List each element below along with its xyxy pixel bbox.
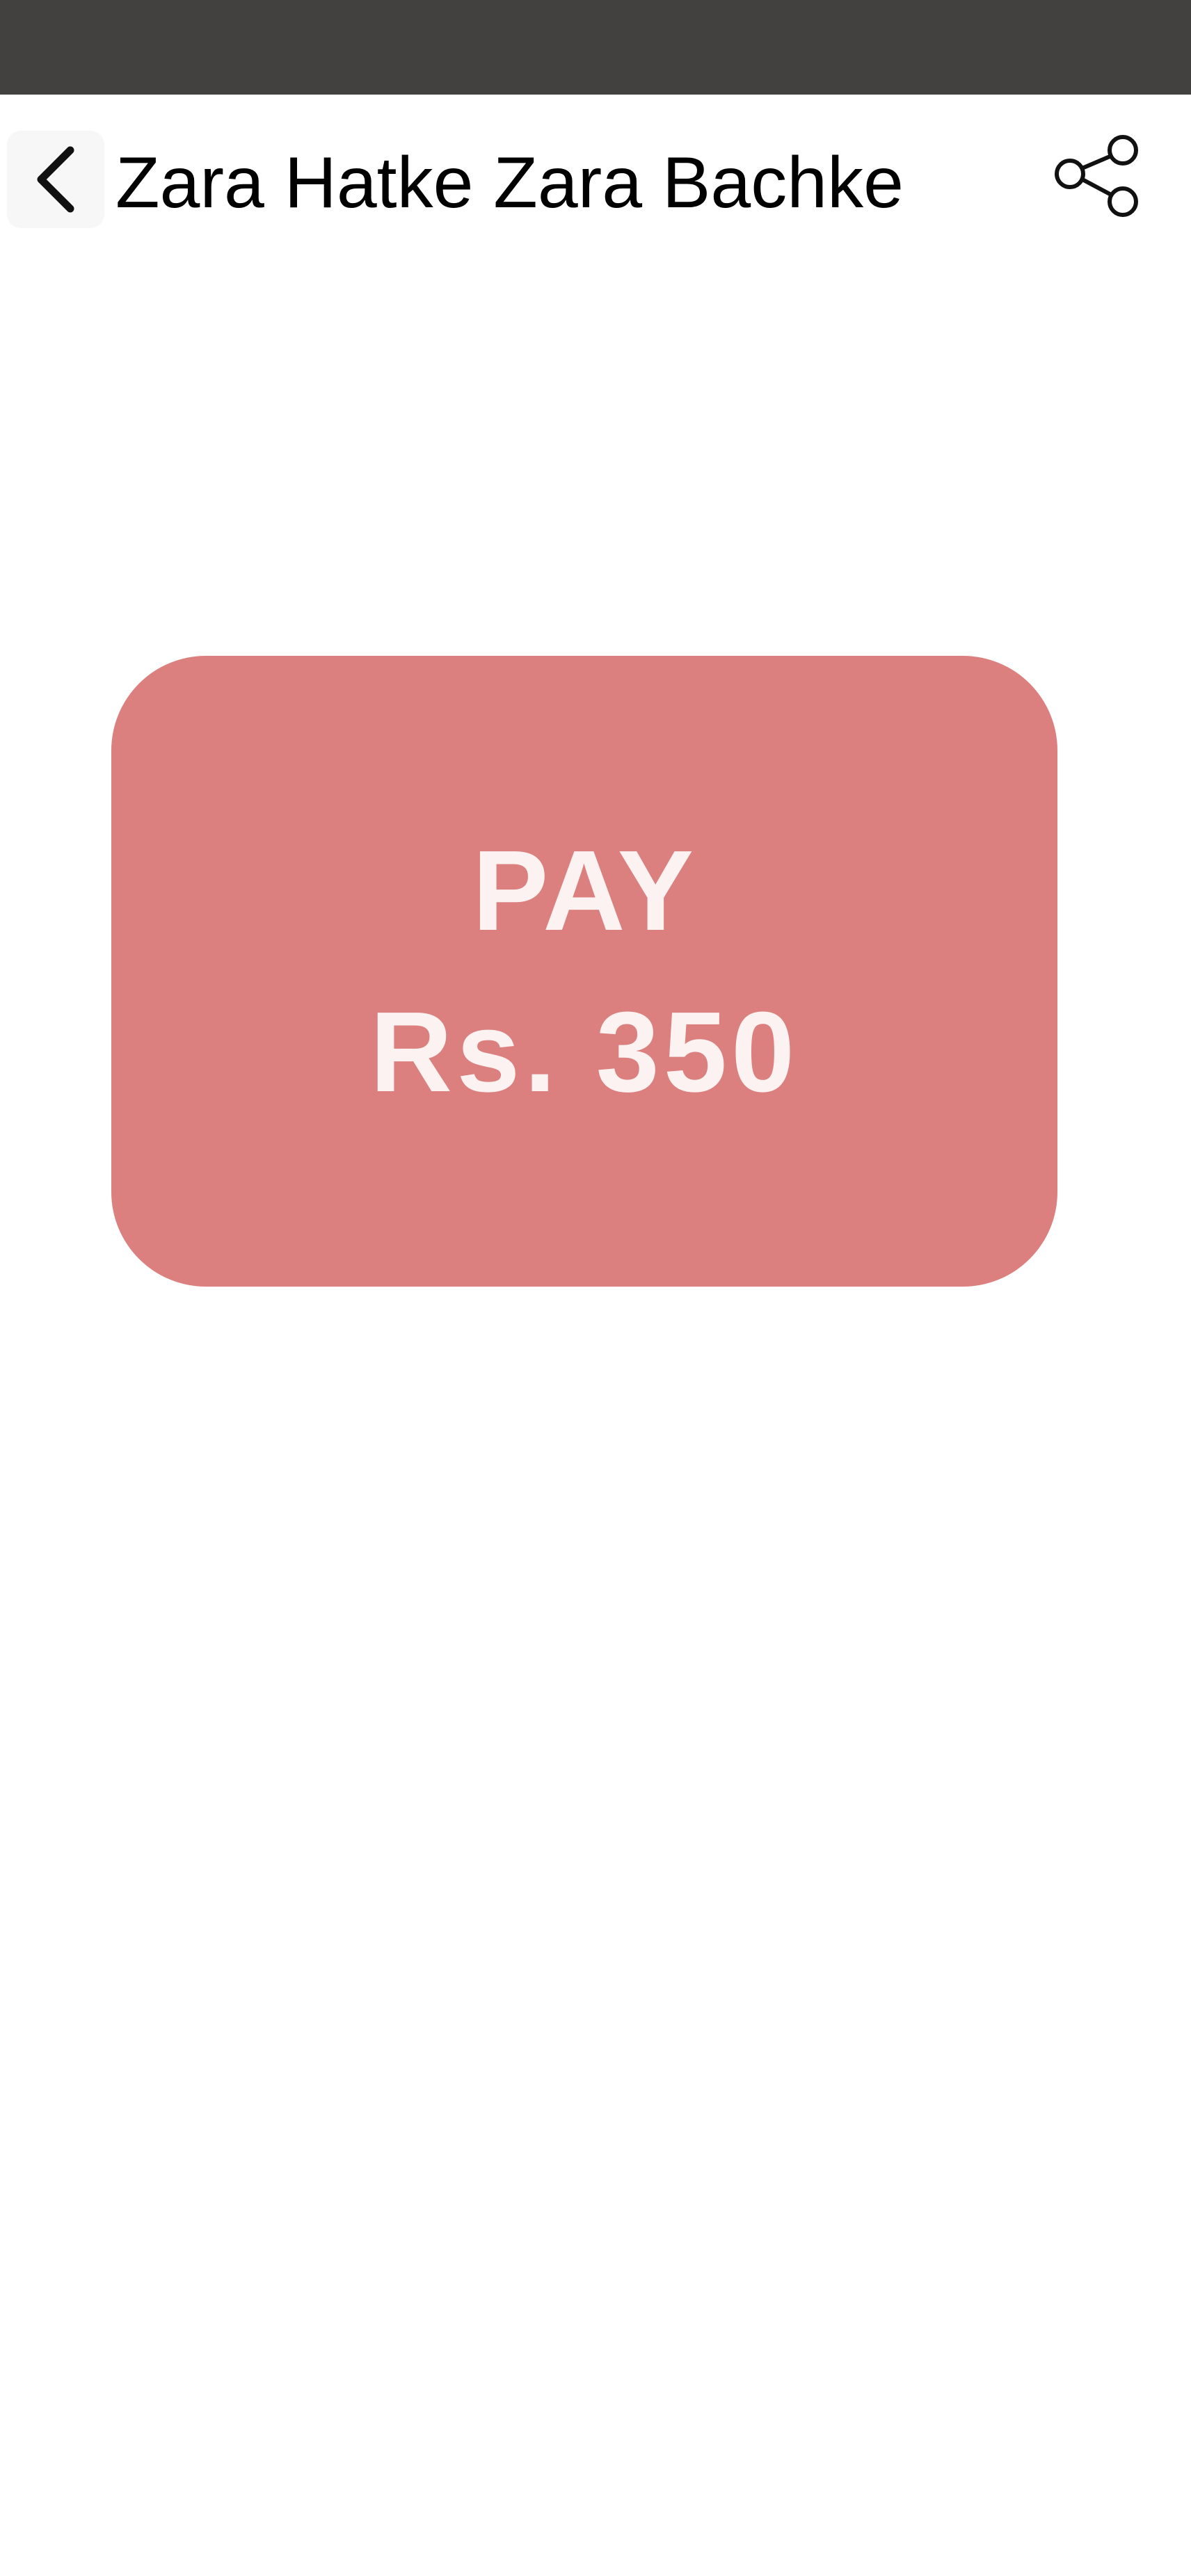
status-bar — [0, 0, 1191, 95]
share-button[interactable] — [1049, 129, 1146, 227]
page-title: Zara Hatke Zara Bachke — [115, 143, 904, 223]
pay-amount: Rs. 350 — [369, 988, 799, 1116]
back-button[interactable] — [7, 131, 104, 228]
chevron-left-icon — [31, 145, 80, 214]
pay-button[interactable]: PAY Rs. 350 — [111, 656, 1057, 1287]
pay-label: PAY — [472, 826, 696, 954]
app-header: Zara Hatke Zara Bachke — [0, 95, 1191, 265]
share-icon — [1053, 131, 1143, 225]
